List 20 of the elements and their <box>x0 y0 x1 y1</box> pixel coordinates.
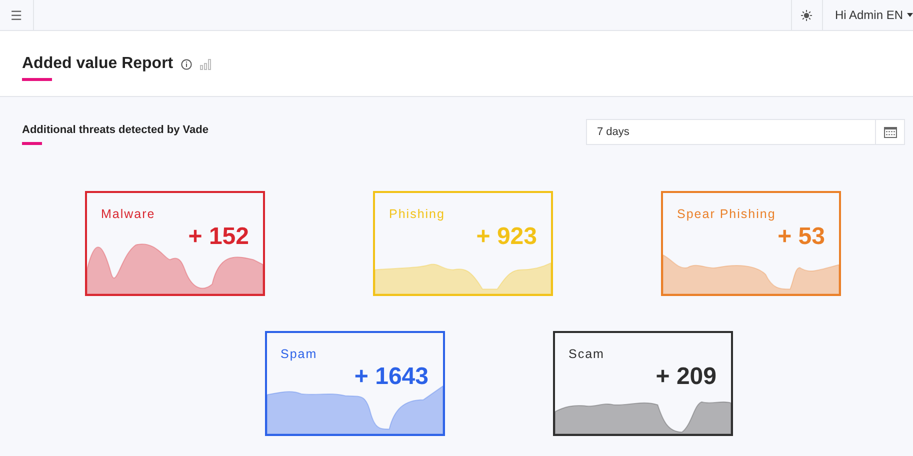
card-label: Scam <box>568 347 604 361</box>
caret-icon <box>907 13 913 17</box>
section-title: Additional threats detected by Vade <box>22 124 208 136</box>
page-title: Added value Report <box>22 55 174 73</box>
card-label: Spam <box>280 347 318 361</box>
menu-button[interactable]: ☰ <box>0 0 34 30</box>
info-icon[interactable] <box>181 58 192 70</box>
card-count: + 53 <box>778 223 825 251</box>
card-count: + 152 <box>188 223 249 251</box>
card-label: Spear Phishing <box>677 207 776 221</box>
user-menu[interactable]: Hi Admin EN <box>822 0 913 30</box>
sun-icon[interactable] <box>801 10 812 20</box>
card-count: + 209 <box>656 363 716 391</box>
card-label: Malware <box>101 207 156 221</box>
card-count: + 1643 <box>354 363 428 391</box>
card-label: Phishing <box>389 207 445 221</box>
card-count: + 923 <box>476 223 537 251</box>
calendar-icon <box>884 126 896 138</box>
period-field[interactable]: 7 days <box>586 119 875 145</box>
calendar-button[interactable] <box>875 119 905 145</box>
